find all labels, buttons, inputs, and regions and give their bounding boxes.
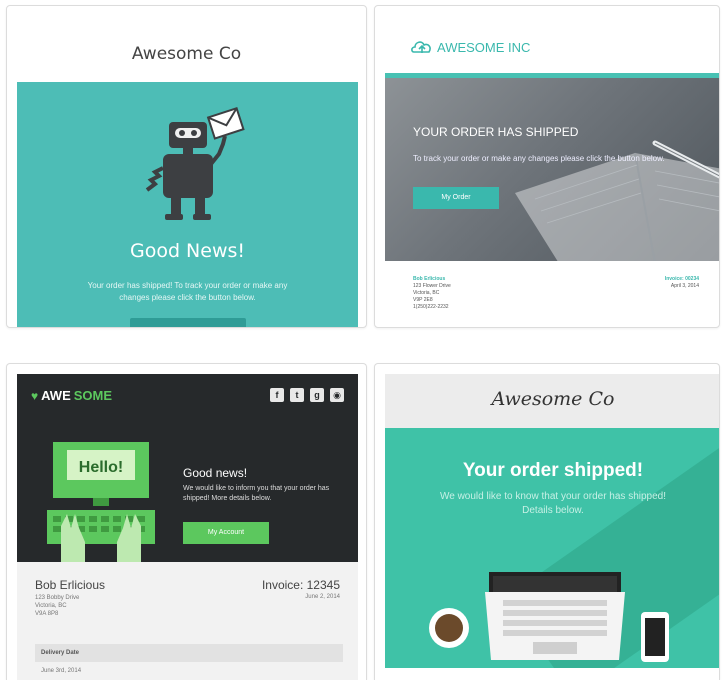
logo-icon: ♥ <box>31 388 39 403</box>
logo: ♥ AWE SOME <box>31 388 112 403</box>
robot-icon <box>145 107 245 220</box>
computer-keyboard-illustration: Hello! <box>47 442 155 562</box>
monitor-text: Hello! <box>79 459 123 476</box>
twitter-icon[interactable]: t <box>290 388 304 402</box>
header-section: ♥ AWE SOME f t g ◉ Hello! Good news! We w… <box>17 374 358 562</box>
invoice-number: Invoice: 00234 <box>664 276 699 282</box>
template-card-awesome-dark[interactable]: ♥ AWE SOME f t g ◉ Hello! Good news! We w… <box>6 363 367 680</box>
delivery-date-header: Delivery Date <box>35 644 343 662</box>
details-section: Bob Erlicious 123 Bobby Drive Victoria, … <box>17 562 358 680</box>
invoice-info: Invoice: 00234 April 3, 2014 <box>665 276 699 290</box>
customer-address: Bob Erlicious 123 Flower Drive Victoria,… <box>413 276 451 311</box>
body-text: We would like to inform you that your or… <box>183 485 330 502</box>
google-plus-icon[interactable]: g <box>310 388 324 402</box>
invoice-date: June 2, 2014 <box>305 594 340 600</box>
accent-strip <box>385 73 719 78</box>
address-line: V9P 2E8 <box>413 297 433 303</box>
sub-text: To track your order or make any changes … <box>413 154 665 163</box>
headline: Good News! <box>129 240 246 262</box>
customer-address: 123 Bobby Drive Victoria, BC V9A 8P8 <box>35 594 79 618</box>
logo-text-b: SOME <box>73 388 113 403</box>
instagram-icon[interactable]: ◉ <box>330 388 344 402</box>
logo: AWESOME INC <box>411 38 530 56</box>
address-line: Victoria, BC <box>35 603 67 609</box>
headline: YOUR ORDER HAS SHIPPED <box>413 125 579 139</box>
address-line: 1(250)222-2232 <box>413 304 449 310</box>
hero-banner: Your order shipped! We would like to kno… <box>385 428 719 668</box>
customer-name: Bob Erlicious <box>413 276 446 282</box>
delivery-date-value: June 3rd, 2014 <box>41 668 82 674</box>
facebook-icon[interactable]: f <box>270 388 284 402</box>
my-account-button[interactable]: My Account <box>183 522 269 544</box>
header-section: Awesome Co <box>385 374 719 428</box>
address-line: V9A 8P8 <box>35 611 59 617</box>
hero-image: YOUR ORDER HAS SHIPPED To track your ord… <box>385 73 719 261</box>
logo-icon <box>411 41 431 53</box>
address-line: Victoria, BC <box>413 290 440 296</box>
template-card-awesome-inc[interactable]: AWESOME INC YOUR ORDER HAS SHIPPED To tr… <box>374 5 720 328</box>
template-card-awesome-co-robot[interactable]: Awesome Co Good News! Your order has shi… <box>6 5 367 328</box>
hero-banner: Good News! Your order has shipped! To tr… <box>17 82 358 327</box>
headline: Your order shipped! <box>462 460 644 481</box>
brand-name: Awesome Co <box>491 388 615 410</box>
laptop-coffee-phone-illustration <box>429 572 669 662</box>
headline: Good news! <box>183 466 248 480</box>
sub-text: We would like to know that your order ha… <box>439 491 667 516</box>
invoice-number: Invoice: 12345 <box>261 578 340 592</box>
logo-text: AWESOME INC <box>437 39 531 55</box>
invoice-date: April 3, 2014 <box>670 283 699 289</box>
customer-name: Bob Erlicious <box>35 578 106 592</box>
cta-button[interactable] <box>130 318 246 327</box>
social-links: f t g ◉ <box>270 388 344 402</box>
address-line: 123 Bobby Drive <box>35 595 80 601</box>
my-order-button[interactable]: My Order <box>413 187 499 209</box>
address-line: 123 Flower Drive <box>413 283 451 289</box>
logo-text-a: AWE <box>41 388 71 403</box>
template-card-awesome-co-laptop[interactable]: Awesome Co Your order shipped! We would … <box>374 363 720 680</box>
brand-name: Awesome Co <box>131 44 242 64</box>
body-text: Your order has shipped! To track your or… <box>87 281 288 302</box>
